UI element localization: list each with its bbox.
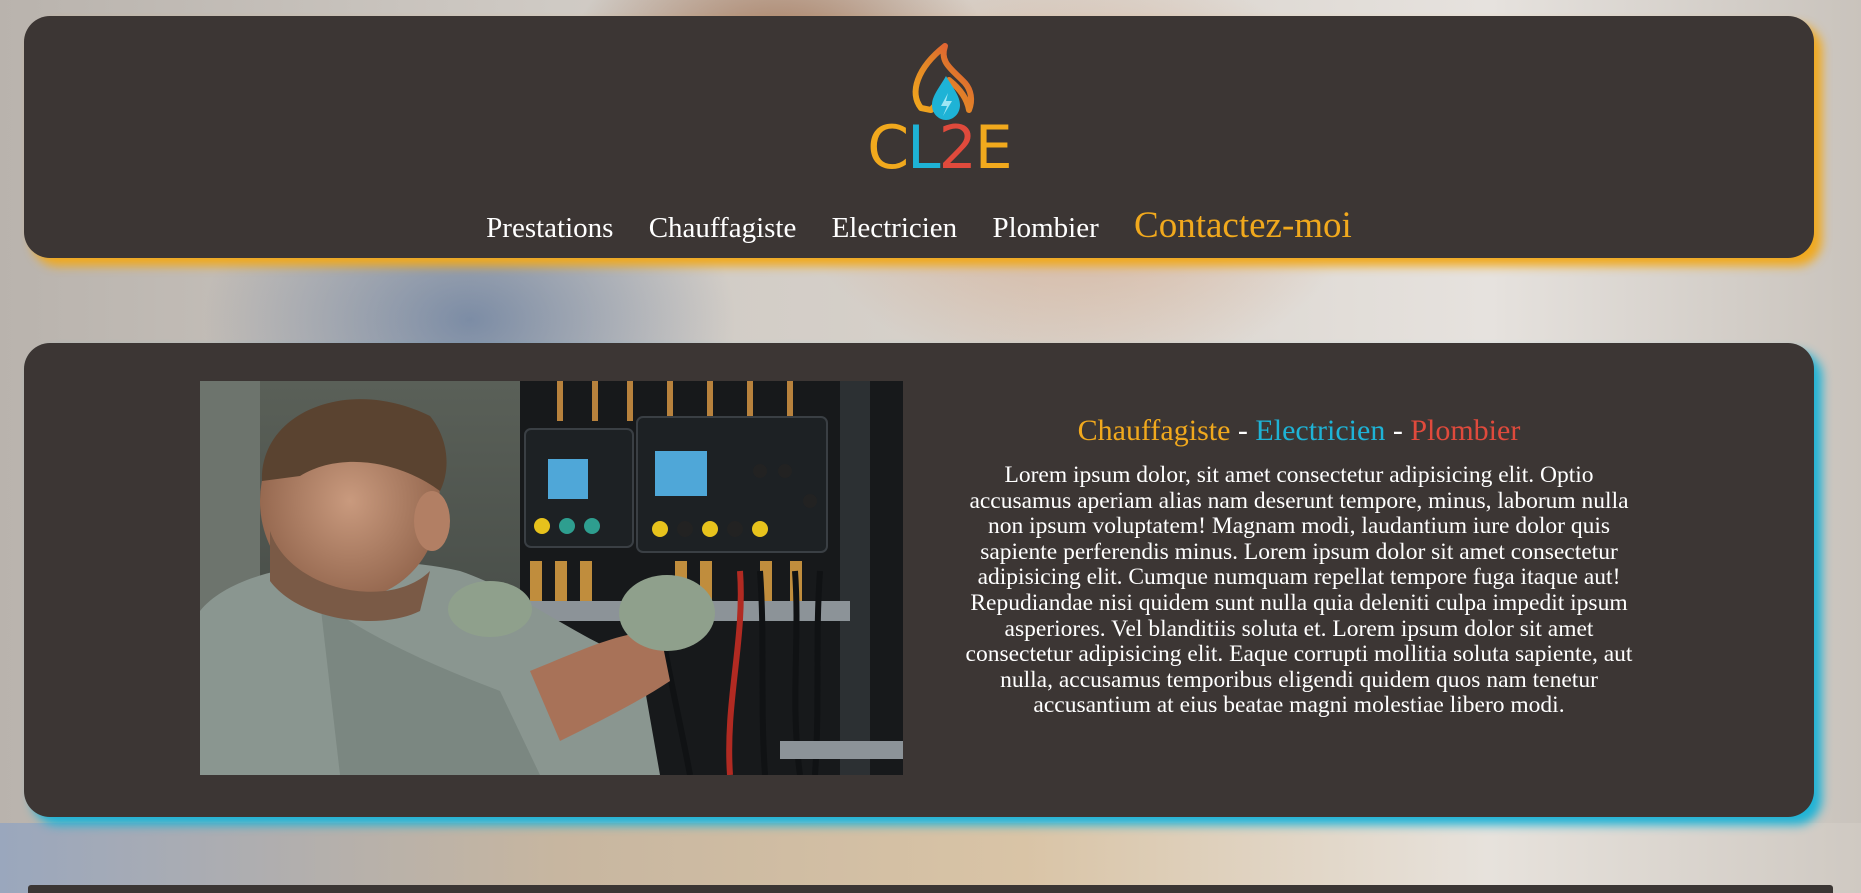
next-section-edge [28, 885, 1833, 893]
technician-photo [200, 381, 903, 775]
nav-prestations[interactable]: Prestations [486, 212, 613, 245]
trade-plumbing: Plombier [1410, 414, 1521, 447]
nav-plombier[interactable]: Plombier [992, 212, 1098, 245]
nav-chauffagiste[interactable]: Chauffagiste [649, 212, 797, 245]
trades-heading: Chauffagiste - Electricien - Plombier [939, 413, 1659, 449]
trade-electric: Electricien [1255, 414, 1386, 447]
intro-text: Chauffagiste - Electricien - Plombier Lo… [939, 413, 1659, 719]
svg-text:CL2E: CL2E [869, 113, 1009, 174]
site-header: CL2E Prestations Chauffagiste Electricie… [24, 16, 1814, 258]
nav-contact[interactable]: Contactez-moi [1134, 204, 1352, 247]
technician-photo-illustration [200, 381, 903, 775]
hero-card: Chauffagiste - Electricien - Plombier Lo… [24, 343, 1814, 817]
nav-electricien[interactable]: Electricien [832, 212, 958, 245]
brand-logo[interactable]: CL2E [869, 38, 1009, 174]
background-photo-bottom [0, 823, 1861, 893]
trade-separator: - [1385, 414, 1411, 447]
intro-paragraph: Lorem ipsum dolor, sit amet consectetur … [965, 462, 1633, 719]
main-nav: Prestations Chauffagiste Electricien Plo… [24, 204, 1814, 247]
trade-separator: - [1230, 414, 1256, 447]
trade-heating: Chauffagiste [1077, 414, 1231, 447]
